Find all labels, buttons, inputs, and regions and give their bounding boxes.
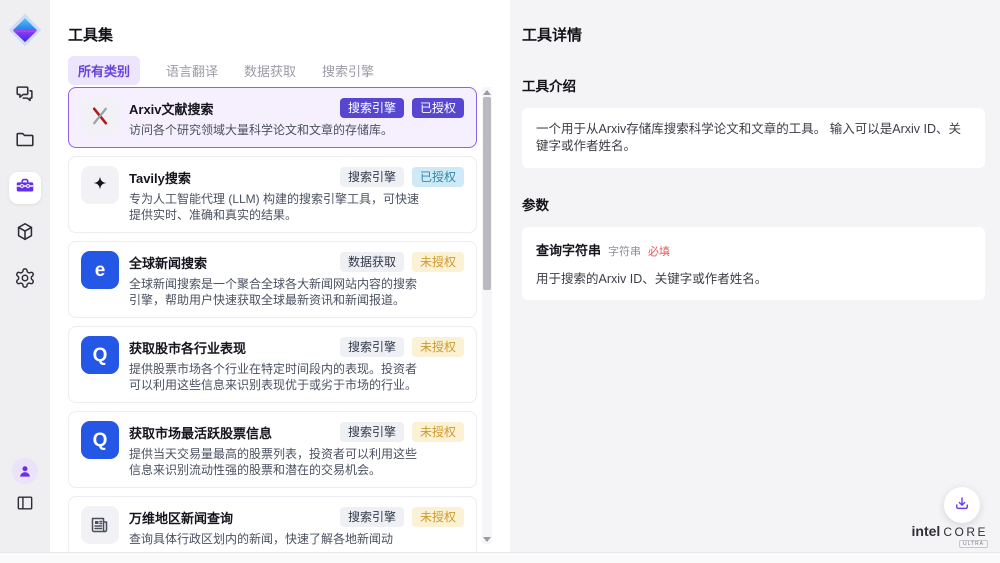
intro-box: 一个用于从Arxiv存储库搜索科学论文和文章的工具。 输入可以是Arxiv ID… [522, 108, 985, 168]
tool-card-list: Arxiv文献搜索 访问各个研究领域大量科学论文和文章的存储库。 搜索引擎 已授… [68, 87, 477, 552]
params-heading: 参数 [522, 194, 985, 214]
sidebar-nav [0, 80, 50, 296]
auth-status-badge: 未授权 [412, 422, 464, 442]
category-badge: 搜索引擎 [340, 98, 404, 118]
param-box: 查询字符串 字符串 必填 用于搜索的Arxiv ID、关键字或作者姓名。 [522, 227, 985, 300]
collapse-panel-button[interactable] [9, 492, 41, 518]
news-logo-icon: e [81, 251, 119, 289]
param-required-badge: 必填 [648, 243, 670, 259]
scroll-up-arrow[interactable] [482, 87, 492, 97]
intro-text: 一个用于从Arxiv存储库搜索科学论文和文章的工具。 输入可以是Arxiv ID… [536, 121, 971, 155]
param-desc: 用于搜索的Arxiv ID、关键字或作者姓名。 [536, 268, 971, 287]
tool-card-desc: 专为人工智能代理 (LLM) 构建的搜索引擎工具，可快速提供实时、准确和真实的结… [129, 191, 421, 223]
tab-search-engine[interactable]: 搜索引擎 [322, 61, 374, 80]
category-badge: 搜索引擎 [340, 167, 404, 187]
newspaper-icon [81, 506, 119, 544]
tool-details-panel: 工具详情 工具介绍 一个用于从Arxiv存储库搜索科学论文和文章的工具。 输入可… [510, 0, 1000, 552]
chat-icon [14, 83, 36, 110]
sidebar-item-tools[interactable] [9, 172, 41, 204]
tab-all-categories[interactable]: 所有类别 [68, 56, 140, 85]
category-badge: 搜索引擎 [340, 422, 404, 442]
intel-brand-text: intel [912, 523, 941, 539]
auth-status-badge: 已授权 [412, 167, 464, 187]
scrollbar-thumb[interactable] [483, 97, 491, 290]
tool-card-arxiv[interactable]: Arxiv文献搜索 访问各个研究领域大量科学论文和文章的存储库。 搜索引擎 已授… [68, 87, 477, 148]
tool-card-desc: 全球新闻搜索是一个聚合全球各大新闻网站内容的搜索引擎，帮助用户快速获取全球最新资… [129, 276, 421, 308]
tab-translation[interactable]: 语言翻译 [166, 61, 218, 80]
intel-product-text: core [943, 525, 988, 539]
tool-card-stock-sectors[interactable]: Q 获取股市各行业表现 提供股票市场各个行业在特定时间段内的表现。投资者可以利用… [68, 326, 477, 403]
tab-data-fetch[interactable]: 数据获取 [244, 61, 296, 80]
tool-card-regional-news[interactable]: 万维地区新闻查询 查询具体行政区划内的新闻，快速了解各地新闻动 搜索引擎 未授权 [68, 496, 477, 552]
folder-icon [14, 129, 36, 156]
scroll-down-arrow[interactable] [482, 534, 492, 544]
cube-icon [14, 221, 36, 248]
auth-status-badge: 未授权 [412, 337, 464, 357]
download-icon [953, 495, 971, 516]
list-scrollbar[interactable] [482, 87, 492, 544]
category-tabs: 所有类别 语言翻译 数据获取 搜索引擎 [68, 56, 374, 85]
page-title: 工具集 [68, 24, 113, 45]
intel-core-logo: intel core Ultra [912, 523, 988, 548]
category-badge: 数据获取 [340, 252, 404, 272]
auth-status-badge: 未授权 [412, 252, 464, 272]
tool-card-desc: 提供当天交易量最高的股票列表，投资者可以利用这些信息来识别流动性强的股票和潜在的… [129, 446, 421, 478]
tool-card-desc: 查询具体行政区划内的新闻，快速了解各地新闻动 [129, 531, 421, 547]
stock-logo-icon: Q [81, 421, 119, 459]
auth-status-badge: 已授权 [412, 98, 464, 118]
sidebar-item-chat[interactable] [9, 80, 41, 112]
param-name: 查询字符串 [536, 240, 601, 259]
app-logo-icon [7, 12, 43, 48]
bottom-strip [0, 552, 1000, 563]
intel-ultra-badge: Ultra [959, 540, 988, 548]
arxiv-icon [81, 97, 119, 135]
panel-left-icon [15, 493, 35, 518]
toolbox-icon [14, 175, 36, 202]
auth-status-badge: 未授权 [412, 507, 464, 527]
user-avatar[interactable] [12, 458, 38, 484]
details-title: 工具详情 [522, 24, 985, 45]
download-button[interactable] [944, 487, 980, 523]
sidebar-item-packages[interactable] [9, 218, 41, 250]
category-badge: 搜索引擎 [340, 507, 404, 527]
gear-icon [14, 267, 36, 294]
tool-card-desc: 访问各个研究领域大量科学论文和文章的存储库。 [129, 122, 421, 138]
tool-card-tavily[interactable]: Tavily搜索 专为人工智能代理 (LLM) 构建的搜索引擎工具，可快速提供实… [68, 156, 477, 233]
intro-heading: 工具介绍 [522, 75, 985, 95]
sidebar [0, 0, 50, 552]
param-type: 字符串 [608, 243, 641, 259]
tool-card-global-news[interactable]: e 全球新闻搜索 全球新闻搜索是一个聚合全球各大新闻网站内容的搜索引擎，帮助用户… [68, 241, 477, 318]
tool-card-active-stocks[interactable]: Q 获取市场最活跃股票信息 提供当天交易量最高的股票列表，投资者可以利用这些信息… [68, 411, 477, 488]
category-badge: 搜索引擎 [340, 337, 404, 357]
tool-list-panel: 工具集 所有类别 语言翻译 数据获取 搜索引擎 Arxiv文献搜索 访问各个研究… [50, 0, 510, 552]
sidebar-bottom [0, 458, 50, 518]
tavily-star-icon [81, 166, 119, 204]
stock-logo-icon: Q [81, 336, 119, 374]
tool-card-desc: 提供股票市场各个行业在特定时间段内的表现。投资者可以利用这些信息来识别表现优于或… [129, 361, 421, 393]
sidebar-item-settings[interactable] [9, 264, 41, 296]
sidebar-item-files[interactable] [9, 126, 41, 158]
